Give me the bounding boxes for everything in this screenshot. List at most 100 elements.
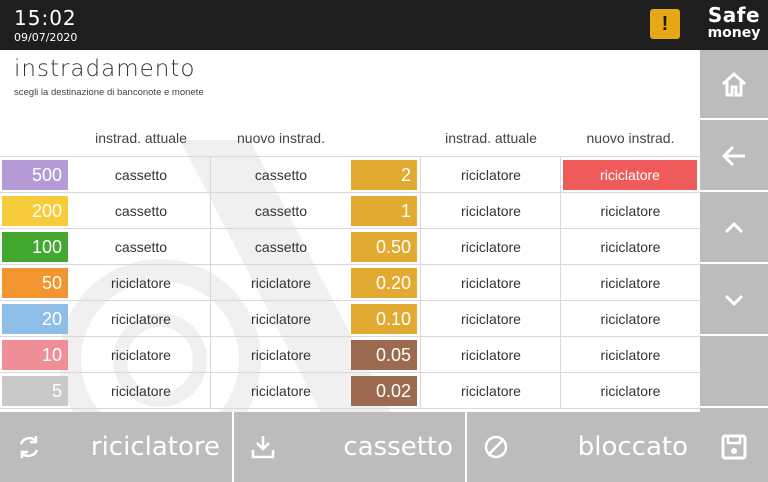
table-row: 200 cassetto cassetto 1 riciclatore riciclato… [0,193,700,229]
column-divider [210,193,211,229]
column-divider [210,157,211,193]
column-divider [560,229,561,265]
banknote-denomination-badge: 50 [2,268,68,298]
coin-current-routing: riciclatore [461,311,521,327]
table-row: 10 riciclatore riciclatore 0.05 riciclatore r… [0,337,700,373]
clock-date: 09/07/2020 [14,31,78,44]
banknote-new-routing[interactable]: cassetto [211,193,351,229]
scroll-up-button[interactable] [700,194,768,264]
column-divider [560,301,561,337]
logo-line1: Safe [707,3,761,27]
blocked-icon [484,435,508,459]
column-divider [210,301,211,337]
coin-current-routing: riciclatore [461,167,521,183]
main-panel: instradamento scegli la destinazione di … [0,50,700,412]
coin-new-routing[interactable]: riciclatore [561,337,700,373]
scroll-down-button[interactable] [700,266,768,336]
back-button[interactable] [700,122,768,192]
banknote-current-routing: cassetto [114,203,168,219]
sync-icon [19,436,39,458]
column-divider [420,265,421,301]
banknote-current-routing: riciclatore [111,383,171,399]
banknote-denomination-badge: 100 [2,232,68,262]
logo-line2: money [707,25,761,41]
banknote-new-routing[interactable]: riciclatore [211,265,351,301]
banknote-new-routing[interactable]: riciclatore [211,337,351,373]
column-divider [560,157,561,193]
banknote-current-routing: riciclatore [111,275,171,291]
page-title: instradamento [14,56,196,82]
set-recycler-button[interactable]: riciclatore [0,412,234,482]
banknote-new-routing[interactable]: riciclatore [211,301,351,337]
coin-denomination-badge: 1 [351,196,417,226]
coin-new-routing[interactable]: riciclatore [561,301,700,337]
download-tray-icon [251,436,275,459]
back-arrow-icon [721,145,745,167]
cassette-label: cassetto [343,432,453,462]
alert-icon[interactable]: ! [650,9,680,39]
banknote-denomination-badge: 5 [2,376,68,406]
banknote-denomination-badge: 20 [2,304,68,334]
top-bar: 15:02 09/07/2020 ! Safe money [0,0,768,50]
recycler-label: riciclatore [90,432,220,462]
coin-denomination-badge: 2 [351,160,417,190]
banknote-new-routing[interactable]: riciclatore [211,373,351,409]
sidebar-empty-slot [700,338,768,408]
coin-denomination-badge: 0.50 [351,232,417,262]
banknote-new-routing[interactable]: cassetto [211,157,351,193]
set-blocked-button[interactable]: bloccato [467,412,700,482]
coin-current-routing: riciclatore [461,347,521,363]
column-divider [560,193,561,229]
banknote-current-routing: cassetto [114,239,168,255]
coin-denomination-badge: 0.02 [351,376,417,406]
table-row: 100 cassetto cassetto 0.50 riciclatore ricicl… [0,229,700,265]
column-divider [210,229,211,265]
column-divider [210,373,211,409]
header-coin-current: instrad. attuale [445,130,537,146]
brand-logo: Safe money [700,5,768,45]
column-divider [420,157,421,193]
column-divider [210,265,211,301]
bottom-bar: riciclatore cassetto bloccato [0,412,700,482]
banknote-current-routing: cassetto [114,167,168,183]
page-subtitle: scegli la destinazione di banconote e mo… [14,87,204,98]
column-divider [420,337,421,373]
home-button[interactable] [700,50,768,120]
banknote-current-routing: riciclatore [111,347,171,363]
header-banknote-current: instrad. attuale [95,130,187,146]
coin-current-routing: riciclatore [461,203,521,219]
coin-new-routing[interactable]: riciclatore [561,373,700,409]
table-row: 5 riciclatore riciclatore 0.02 riciclatore ri… [0,373,700,409]
coin-denomination-badge: 0.20 [351,268,417,298]
right-sidebar [700,50,768,482]
coin-new-routing[interactable]: riciclatore [561,265,700,301]
blocked-label: bloccato [577,432,688,462]
coin-current-routing: riciclatore [461,275,521,291]
column-divider [560,337,561,373]
banknote-new-routing[interactable]: cassetto [211,229,351,265]
coin-denomination-badge: 0.10 [351,304,417,334]
coin-current-routing: riciclatore [461,239,521,255]
clock-time: 15:02 [14,6,77,30]
save-button[interactable] [700,412,768,482]
column-divider [420,373,421,409]
header-banknote-new: nuovo instrad. [237,130,325,146]
table-row: 50 riciclatore riciclatore 0.20 riciclatore r… [0,265,700,301]
coin-new-routing[interactable]: riciclatore [563,160,697,190]
home-icon [721,71,747,97]
column-divider [420,229,421,265]
banknote-denomination-badge: 10 [2,340,68,370]
coin-current-routing: riciclatore [461,383,521,399]
coin-denomination-badge: 0.05 [351,340,417,370]
banknote-denomination-badge: 500 [2,160,68,190]
coin-new-routing[interactable]: riciclatore [561,229,700,265]
coin-new-routing[interactable]: riciclatore [561,193,700,229]
save-icon [721,434,747,460]
row-divider [0,408,700,409]
column-divider [420,193,421,229]
column-divider [560,373,561,409]
column-divider [420,301,421,337]
table-row: 500 cassetto cassetto 2 riciclatore riciclato… [0,157,700,193]
banknote-denomination-badge: 200 [2,196,68,226]
set-cassette-button[interactable]: cassetto [234,412,467,482]
